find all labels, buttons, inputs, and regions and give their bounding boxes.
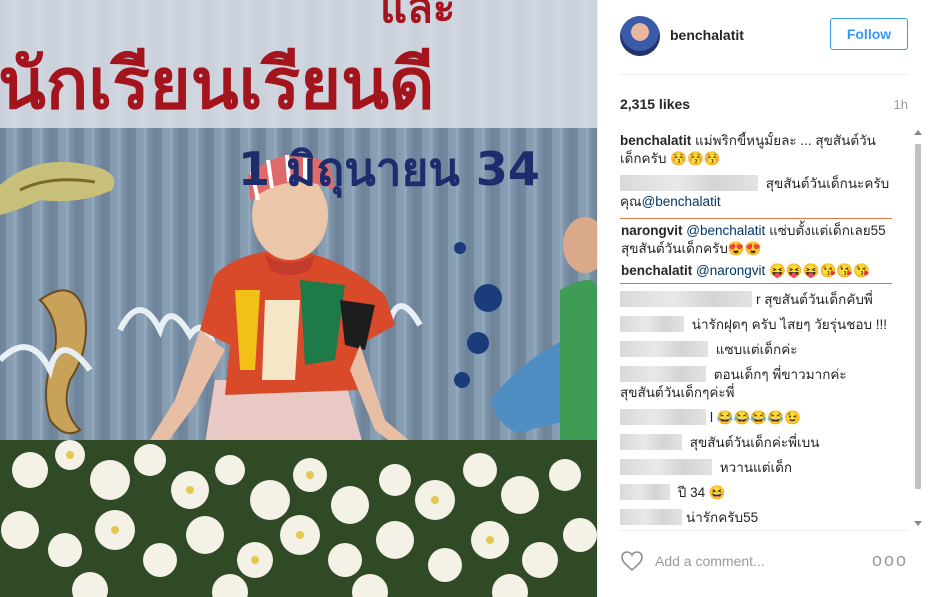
comment: สุขสันต์วันเด็กค่ะพี่เบน [620, 434, 892, 452]
follow-button[interactable]: Follow [830, 18, 908, 50]
heart-icon[interactable] [620, 550, 644, 572]
redacted-username [620, 509, 682, 525]
redacted-username [620, 434, 682, 450]
comment-text: ปี 34 😆 [677, 485, 726, 500]
avatar[interactable] [620, 16, 660, 56]
comment-mention[interactable]: @benchalatit [642, 194, 721, 209]
add-comment-input[interactable]: Add a comment... [655, 553, 765, 569]
comment: narongvit @benchalatit แซ่บตั้งแต่เด็กเล… [621, 222, 891, 258]
redacted-username [620, 366, 706, 382]
comment: benchalatit แม่พริกขี้หนูมั้ยละ ... สุขส… [620, 132, 892, 168]
comment: ปี 34 😆 [620, 484, 892, 502]
post-photo[interactable]: และ นักเรียนเรียนดี 1 มิถุนายน 34 [0, 0, 597, 597]
comment-text: สุขสันต์วันเด็กค่ะพี่เบน [689, 435, 820, 450]
comment-text: แซบแต่เด็กค่ะ [715, 342, 798, 357]
redacted-username [620, 459, 712, 475]
comment-text: r สุขสันต์วันเด็กคับพี่ [756, 292, 873, 307]
likes-count[interactable]: 2,315 likes [620, 96, 690, 112]
comment-text: l 😂😂😂😂😉 [710, 410, 801, 425]
banner-line2: นักเรียนเรียนดี [0, 43, 434, 125]
comment-mention[interactable]: @narongvit [696, 263, 765, 278]
scroll-up-arrow-icon[interactable] [914, 130, 922, 135]
comment: r สุขสันต์วันเด็กคับพี่ [620, 291, 892, 309]
banner-date: 1 มิถุนายน 34 [238, 142, 540, 198]
redacted-username [620, 484, 670, 500]
comment: benchalatit @narongvit 😝😝😝😘😘😘 [621, 262, 891, 280]
redacted-username [620, 316, 684, 332]
comment-text: หวานแต่เด็ก [719, 460, 793, 475]
comment-user[interactable]: benchalatit [620, 133, 691, 148]
comment-text: น่ารักฝุดๆ ครับ ไสยๆ วัยรุ่นชอบ !!! [691, 317, 888, 332]
redacted-username [620, 341, 708, 357]
comment: สุขสันต์วันเด็กนะครับคุณ@benchalatit [620, 175, 892, 211]
comment-mention[interactable]: @benchalatit [686, 223, 765, 238]
redacted-username [620, 175, 758, 191]
comment-user[interactable]: benchalatit [621, 263, 692, 278]
scroll-down-arrow-icon[interactable] [914, 521, 922, 526]
post-time: 1h [893, 97, 908, 112]
comment: ตอนเด็กๆ พี่ขาวมากค่ะ สุขสันต์วันเด็กๆค่… [620, 366, 892, 402]
more-options-icon[interactable]: ooo [872, 550, 908, 571]
post-sidebar: benchalatit Follow 2,315 likes 1h bencha… [597, 0, 928, 597]
comment: หวานแต่เด็ก [620, 459, 892, 477]
comment: น่ารักฝุดๆ ครับ ไสยๆ วัยรุ่นชอบ !!! [620, 316, 892, 334]
footer-divider [620, 530, 908, 531]
username-link[interactable]: benchalatit [670, 27, 744, 43]
comment-text: น่ารักครับ55 [686, 510, 759, 525]
comment-bar: Add a comment... ooo [620, 540, 908, 584]
comment: แซบแต่เด็กค่ะ [620, 341, 892, 359]
comment: l 😂😂😂😂😉 [620, 409, 892, 427]
header-divider [620, 74, 908, 75]
comments-list[interactable]: benchalatit แม่พริกขี้หนูมั้ยละ ... สุขส… [620, 132, 892, 527]
scroll-thumb[interactable] [915, 144, 921, 489]
post-photo-image: และ นักเรียนเรียนดี 1 มิถุนายน 34 [0, 0, 597, 597]
comments-scrollbar[interactable] [914, 130, 922, 526]
post-header: benchalatit Follow [620, 14, 908, 60]
comment-user[interactable]: narongvit [621, 223, 683, 238]
comment: น่ารักครับ55 [620, 509, 892, 527]
redacted-username [620, 291, 752, 307]
redacted-username [620, 409, 706, 425]
highlighted-comments: narongvit @benchalatit แซ่บตั้งแต่เด็กเล… [620, 218, 892, 284]
comment-text: 😝😝😝😘😘😘 [769, 263, 870, 278]
banner-line1: และ [380, 0, 455, 32]
